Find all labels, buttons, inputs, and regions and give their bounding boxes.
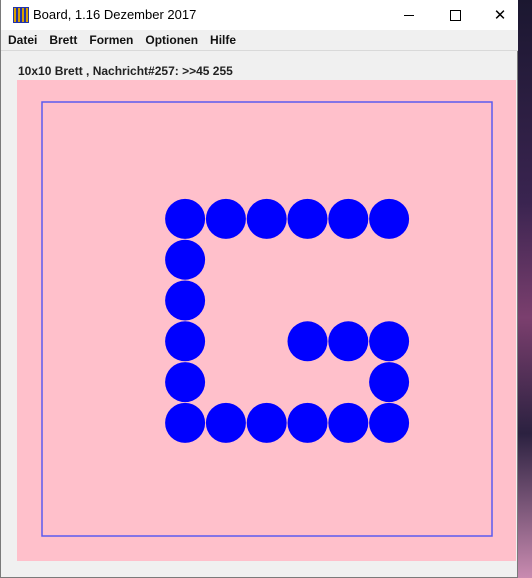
- desktop-wallpaper: [518, 0, 532, 578]
- board-piece[interactable]: [369, 321, 410, 362]
- board-piece[interactable]: [165, 198, 206, 239]
- menu-datei[interactable]: Datei: [3, 30, 42, 50]
- board-piece[interactable]: [246, 402, 287, 443]
- board-piece[interactable]: [165, 280, 206, 321]
- game-board[interactable]: [17, 80, 516, 561]
- board-piece[interactable]: [165, 321, 206, 362]
- board-piece[interactable]: [328, 321, 369, 362]
- menu-formen[interactable]: Formen: [84, 30, 138, 50]
- board-piece[interactable]: [205, 198, 246, 239]
- close-icon: ✕: [493, 7, 507, 24]
- board-background: [17, 80, 516, 561]
- board-piece[interactable]: [205, 402, 246, 443]
- maximize-icon: [449, 9, 461, 21]
- menu-brett[interactable]: Brett: [44, 30, 82, 50]
- close-button[interactable]: ✕: [478, 0, 522, 30]
- menu-optionen[interactable]: Optionen: [140, 30, 203, 50]
- board-canvas[interactable]: [17, 80, 516, 561]
- board-piece[interactable]: [165, 402, 206, 443]
- menu-hilfe[interactable]: Hilfe: [205, 30, 241, 50]
- board-app-icon[interactable]: [13, 7, 29, 23]
- status-message: 10x10 Brett , Nachricht#257: >>45 255: [18, 64, 233, 78]
- board-piece[interactable]: [287, 198, 328, 239]
- board-piece[interactable]: [246, 198, 287, 239]
- board-piece[interactable]: [287, 402, 328, 443]
- board-piece[interactable]: [328, 402, 369, 443]
- board-window: Board, 1.16 Dezember 2017 ✕ Datei Brett …: [0, 0, 518, 578]
- board-piece[interactable]: [369, 362, 410, 403]
- title-bar[interactable]: Board, 1.16 Dezember 2017 ✕: [1, 0, 518, 30]
- window-title: Board, 1.16 Dezember 2017: [33, 7, 197, 22]
- board-piece[interactable]: [328, 198, 369, 239]
- minimize-button[interactable]: [386, 0, 432, 30]
- menu-bar: Datei Brett Formen Optionen Hilfe: [1, 30, 518, 51]
- board-piece[interactable]: [369, 402, 410, 443]
- board-piece[interactable]: [369, 198, 410, 239]
- minimize-icon: [404, 14, 414, 16]
- board-piece[interactable]: [165, 239, 206, 280]
- maximize-button[interactable]: [432, 0, 478, 30]
- board-piece[interactable]: [165, 362, 206, 403]
- board-piece[interactable]: [287, 321, 328, 362]
